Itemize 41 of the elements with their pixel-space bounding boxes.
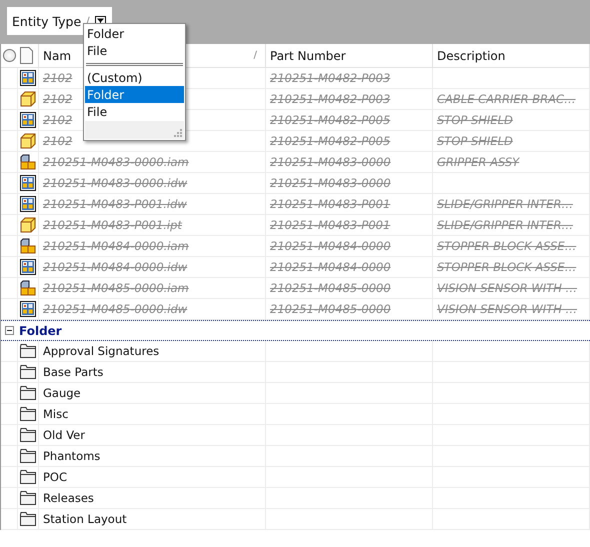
- name-cell: Old Ver: [39, 425, 266, 446]
- part-number-cell: 210251-M0484-0000: [266, 236, 433, 257]
- description-cell: GRIPPER ASSY: [433, 152, 590, 173]
- group-label: Folder: [19, 324, 62, 338]
- name-cell: POC: [39, 467, 266, 488]
- name-cell: Station Layout: [39, 509, 266, 530]
- name-cell: 210251-M0483-P001.idw: [39, 194, 266, 215]
- description-cell: STOP SHIELD: [433, 131, 590, 152]
- part-number-cell: 210251-M0482-P003: [266, 89, 433, 110]
- name-cell: Gauge: [39, 383, 266, 404]
- description-cell: STOP SHIELD: [433, 110, 590, 131]
- name-cell: Approval Signatures: [39, 341, 266, 362]
- part-number-cell: 210251-M0483-P001: [266, 194, 433, 215]
- name-cell: Releases: [39, 488, 266, 509]
- name-cell: Base Parts: [39, 362, 266, 383]
- description-cell: SLIDE/GRIPPER INTER…: [433, 215, 590, 236]
- description-cell: SLIDE/GRIPPER INTER…: [433, 194, 590, 215]
- part-number-cell: 210251-M0482-P005: [266, 131, 433, 152]
- description-cell: CABLE CARRIER BRAC…: [433, 89, 590, 110]
- name-cell: Phantoms: [39, 446, 266, 467]
- part-number-cell: 210251-M0482-P005: [266, 110, 433, 131]
- part-number-cell: 210251-M0483-0000: [266, 173, 433, 194]
- name-cell: 210251-M0484-0000.idw: [39, 257, 266, 278]
- name-cell: 210251-M0485-0000.idw: [39, 299, 266, 320]
- name-cell: 210251-M0483-P001.ipt: [39, 215, 266, 236]
- description-cell: STOPPER BLOCK ASSE…: [433, 257, 590, 278]
- name-cell: 210251-M0483-0000.idw: [39, 173, 266, 194]
- chip-label: Entity Type: [12, 14, 82, 28]
- part-number-cell: 210251-M0483-0000: [266, 152, 433, 173]
- description-cell: STOPPER BLOCK ASSE…: [433, 236, 590, 257]
- part-number-cell: 210251-M0485-0000: [266, 278, 433, 299]
- description-cell: VISION SENSOR WITH …: [433, 278, 590, 299]
- part-number-cell: 210251-M0484-0000: [266, 257, 433, 278]
- name-cell: 210251-M0483-0000.iam: [39, 152, 266, 173]
- part-number-cell: 210251-M0483-P001: [266, 215, 433, 236]
- description-cell: VISION SENSOR WITH …: [433, 299, 590, 320]
- name-cell: 210251-M0484-0000.iam: [39, 236, 266, 257]
- part-number-cell: 210251-M0485-0000: [266, 299, 433, 320]
- name-cell: Misc: [39, 404, 266, 425]
- part-number-cell: 210251-M0482-P003: [266, 68, 433, 89]
- name-cell: 210251-M0485-0000.iam: [39, 278, 266, 299]
